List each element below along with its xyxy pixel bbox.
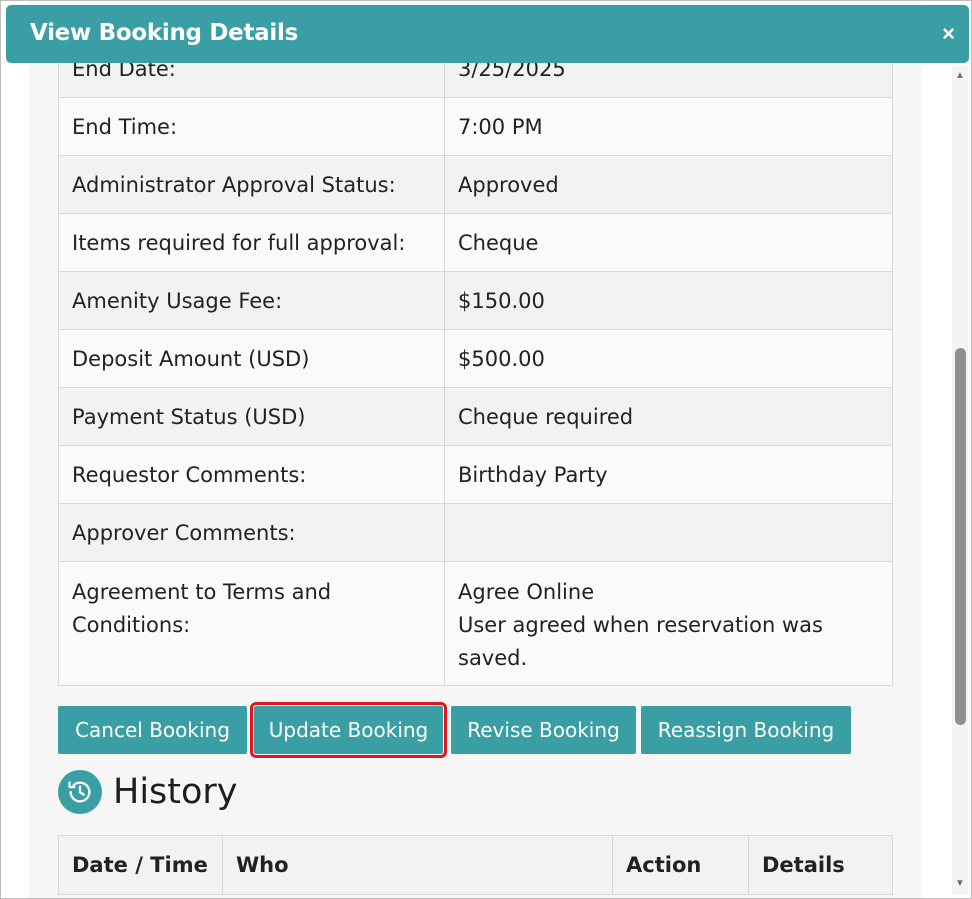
detail-value: Approved: [444, 155, 893, 214]
detail-label: Items required for full approval:: [58, 213, 445, 272]
booking-details-dialog: View Booking Details × End Date: 3/25/20…: [0, 0, 972, 899]
detail-label: Approver Comments:: [58, 503, 445, 562]
detail-label: Requestor Comments:: [58, 445, 445, 504]
booking-details-table: End Date: 3/25/2025 End Time: 7:00 PM Ad…: [58, 39, 893, 686]
detail-value-line: Agree Online: [458, 580, 595, 604]
history-heading: History: [58, 769, 238, 815]
column-header-date-time: Date / Time: [58, 835, 223, 895]
dialog-titlebar: View Booking Details ×: [6, 5, 969, 63]
detail-value: [444, 503, 893, 562]
scroll-down-icon[interactable]: ▼: [954, 877, 966, 889]
detail-label: Payment Status (USD): [58, 387, 445, 446]
revise-booking-button[interactable]: Revise Booking: [451, 706, 636, 754]
detail-value: Cheque required: [444, 387, 893, 446]
column-header-details: Details: [748, 835, 893, 895]
detail-value-line: saved.: [458, 646, 528, 670]
dialog-content: End Date: 3/25/2025 End Time: 7:00 PM Ad…: [29, 1, 921, 898]
scrollbar-thumb[interactable]: [955, 348, 966, 725]
detail-value-line: User agreed when reservation was: [458, 613, 823, 637]
detail-label: Agreement to Terms and Conditions:: [58, 561, 445, 686]
column-header-who: Who: [222, 835, 613, 895]
history-title: History: [113, 772, 238, 812]
update-booking-button[interactable]: Update Booking: [250, 702, 447, 758]
table-row: Approver Comments:: [58, 503, 893, 562]
cancel-booking-button[interactable]: Cancel Booking: [58, 706, 247, 754]
scrollbar[interactable]: ▲ ▼: [952, 65, 968, 895]
detail-value: Agree Online User agreed when reservatio…: [444, 561, 893, 686]
close-icon[interactable]: ×: [942, 21, 955, 47]
table-row: Items required for full approval: Cheque: [58, 213, 893, 272]
reassign-booking-button[interactable]: Reassign Booking: [641, 706, 851, 754]
detail-value: 7:00 PM: [444, 97, 893, 156]
dialog-title: View Booking Details: [30, 20, 298, 46]
table-row: Agreement to Terms and Conditions: Agree…: [58, 561, 893, 686]
table-row: End Time: 7:00 PM: [58, 97, 893, 156]
detail-value: Birthday Party: [444, 445, 893, 504]
table-row: Payment Status (USD) Cheque required: [58, 387, 893, 446]
detail-value: $500.00: [444, 329, 893, 388]
detail-label: Administrator Approval Status:: [58, 155, 445, 214]
table-row: Requestor Comments: Birthday Party: [58, 445, 893, 504]
column-header-action: Action: [612, 835, 749, 895]
table-row: Administrator Approval Status: Approved: [58, 155, 893, 214]
scroll-up-icon[interactable]: ▲: [954, 69, 966, 81]
detail-value: $150.00: [444, 271, 893, 330]
detail-label: Amenity Usage Fee:: [58, 271, 445, 330]
table-header-row: Date / Time Who Action Details: [58, 835, 893, 895]
detail-value: Cheque: [444, 213, 893, 272]
history-icon: [58, 770, 102, 814]
detail-label: End Time:: [58, 97, 445, 156]
detail-label-line: Conditions:: [72, 613, 191, 637]
detail-label: Deposit Amount (USD): [58, 329, 445, 388]
detail-label-line: Agreement to Terms and: [72, 580, 332, 604]
table-row: Amenity Usage Fee: $150.00: [58, 271, 893, 330]
history-table: Date / Time Who Action Details: [58, 835, 893, 895]
table-row: Deposit Amount (USD) $500.00: [58, 329, 893, 388]
